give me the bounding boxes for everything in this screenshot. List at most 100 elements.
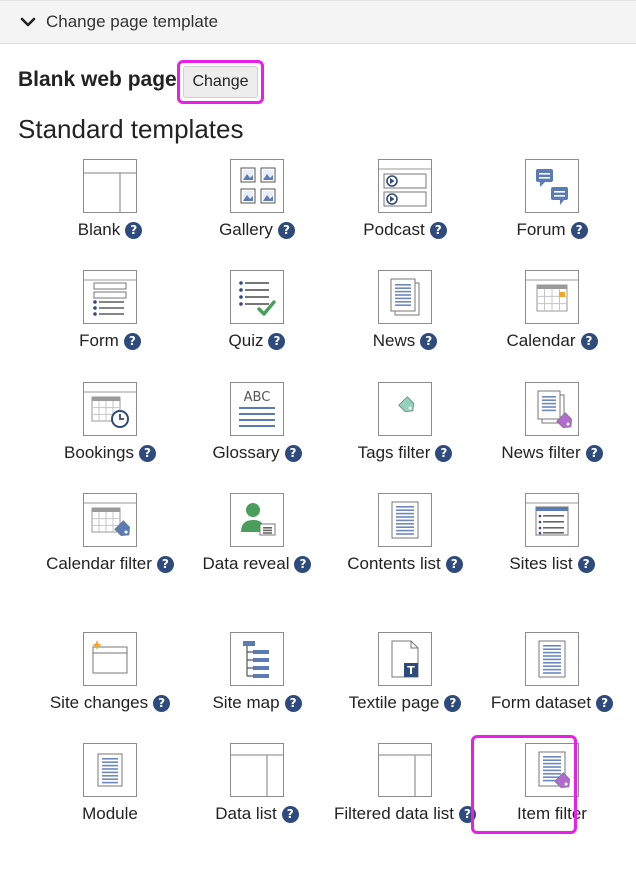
module-icon xyxy=(83,743,137,797)
template-label-text: Module xyxy=(82,804,138,823)
item-filter-highlight xyxy=(471,735,577,834)
template-label-text: Data list xyxy=(215,804,277,823)
template-label-text: Site changes xyxy=(49,693,149,712)
help-icon[interactable]: ? xyxy=(294,556,312,573)
template-label-text: Gallery xyxy=(219,220,273,239)
glossary-icon: ABC xyxy=(230,382,284,436)
template-label-text: Textile page xyxy=(348,693,440,712)
contents-list-icon xyxy=(378,493,432,547)
template-label: Data list? xyxy=(182,803,332,825)
template-label: Blank? xyxy=(35,219,185,241)
help-icon[interactable]: ? xyxy=(284,445,302,462)
change-button-highlight: Change xyxy=(177,60,264,104)
change-template-toggle[interactable]: Change page template xyxy=(0,0,636,44)
tags-filter-icon xyxy=(378,382,432,436)
template-label: News filter? xyxy=(477,442,627,464)
template-label: Gallery? xyxy=(182,219,332,241)
template-label-text: Podcast xyxy=(363,220,425,239)
help-icon[interactable]: ? xyxy=(125,222,143,239)
template-label-text: Calendar xyxy=(506,331,576,350)
template-label-text: Filtered data list xyxy=(334,804,454,823)
data-list-icon xyxy=(230,743,284,797)
help-icon[interactable]: ? xyxy=(577,556,595,573)
svg-text:T: T xyxy=(407,664,415,677)
template-label-text: Blank xyxy=(77,220,121,239)
site-changes-icon xyxy=(83,632,137,686)
template-label-text: Form xyxy=(79,331,119,350)
chevron-down-icon xyxy=(20,16,36,28)
quiz-icon xyxy=(230,270,284,324)
template-label: News? xyxy=(330,330,480,352)
change-button[interactable]: Change xyxy=(183,66,258,98)
template-label: Module xyxy=(35,803,185,825)
news-filter-icon xyxy=(525,382,579,436)
filtered-data-list-icon xyxy=(378,743,432,797)
forum-icon xyxy=(525,159,579,213)
template-label: Quiz? xyxy=(182,330,332,352)
template-label-text: Form dataset xyxy=(490,693,592,712)
news-icon xyxy=(378,270,432,324)
template-label: Form dataset? xyxy=(477,692,627,714)
template-label: Data reveal? xyxy=(182,553,332,575)
template-label-text: Sites list xyxy=(509,554,573,573)
panel-title: Change page template xyxy=(46,12,219,31)
template-label: Calendar filter? xyxy=(35,553,185,575)
template-label-text: Contents list xyxy=(347,554,441,573)
template-label: Forum? xyxy=(477,219,627,241)
help-icon[interactable]: ? xyxy=(281,806,299,823)
help-icon[interactable]: ? xyxy=(429,222,447,239)
help-icon[interactable]: ? xyxy=(435,445,453,462)
template-label-text: News xyxy=(372,331,416,350)
help-icon[interactable]: ? xyxy=(153,695,171,712)
form-dataset-icon xyxy=(525,632,579,686)
calendar-icon xyxy=(525,270,579,324)
help-icon[interactable]: ? xyxy=(585,445,603,462)
help-icon[interactable]: ? xyxy=(580,333,598,350)
template-label-text: Quiz xyxy=(228,331,264,350)
template-label: Bookings? xyxy=(35,442,185,464)
template-label-text: Bookings xyxy=(64,443,134,462)
site-map-icon xyxy=(230,632,284,686)
help-icon[interactable]: ? xyxy=(277,222,295,239)
current-template-name: Blank web page xyxy=(18,68,177,91)
calendar-filter-icon xyxy=(83,493,137,547)
help-icon[interactable]: ? xyxy=(444,695,462,712)
svg-text:ABC: ABC xyxy=(244,390,271,405)
help-icon[interactable]: ? xyxy=(138,445,156,462)
template-label-text: Tags filter xyxy=(357,443,431,462)
template-label-text: News filter xyxy=(501,443,581,462)
template-label: Podcast? xyxy=(330,219,480,241)
template-label: Tags filter? xyxy=(330,442,480,464)
textile-page-icon: T xyxy=(378,632,432,686)
podcast-icon xyxy=(378,159,432,213)
template-label: Sites list? xyxy=(477,553,627,575)
form-icon xyxy=(83,270,137,324)
help-icon[interactable]: ? xyxy=(284,695,302,712)
template-label: Textile page? xyxy=(330,692,480,714)
help-icon[interactable]: ? xyxy=(570,222,588,239)
template-label: Site map? xyxy=(182,692,332,714)
gallery-icon xyxy=(230,159,284,213)
template-label-text: Forum xyxy=(516,220,566,239)
template-label-text: Site map xyxy=(212,693,280,712)
template-label: Form? xyxy=(35,330,185,352)
template-label: Filtered data list? xyxy=(330,803,480,825)
sites-list-icon xyxy=(525,493,579,547)
template-label-text: Calendar filter xyxy=(46,554,152,573)
section-title: Standard templates xyxy=(18,114,244,144)
help-icon[interactable]: ? xyxy=(445,556,463,573)
template-label: Calendar? xyxy=(477,330,627,352)
help-icon[interactable]: ? xyxy=(268,333,286,350)
template-label-text: Glossary xyxy=(212,443,280,462)
data-reveal-icon xyxy=(230,493,284,547)
blank-template-icon xyxy=(83,159,137,213)
help-icon[interactable]: ? xyxy=(123,333,141,350)
template-label: Contents list? xyxy=(330,553,480,575)
template-label: Site changes? xyxy=(35,692,185,714)
help-icon[interactable]: ? xyxy=(156,556,174,573)
template-label: Glossary? xyxy=(182,442,332,464)
template-label-text: Data reveal xyxy=(202,554,290,573)
help-icon[interactable]: ? xyxy=(596,695,614,712)
help-icon[interactable]: ? xyxy=(420,333,438,350)
bookings-icon xyxy=(83,382,137,436)
